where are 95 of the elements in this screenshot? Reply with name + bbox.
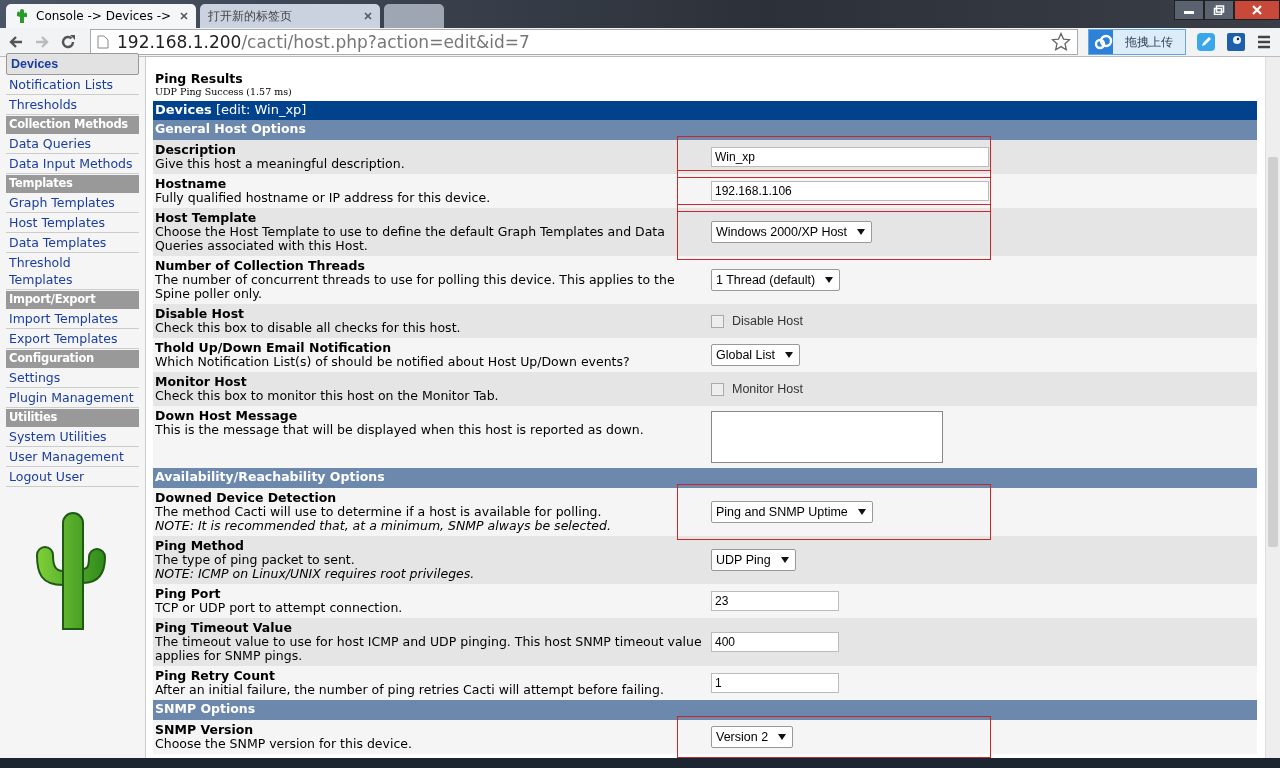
dropdown[interactable]: Windows 2000/XP Host xyxy=(711,221,873,243)
field-title: SNMP Version xyxy=(155,723,255,737)
sidebar-link[interactable]: Data Queries xyxy=(6,134,139,154)
sidebar-link[interactable]: User Management xyxy=(6,447,139,467)
caret-icon xyxy=(857,509,866,515)
sidebar-link[interactable]: Data Templates xyxy=(6,233,139,253)
field-title: Monitor Host xyxy=(155,375,248,389)
field-description: The method Cacti will use to determine if a host is available for polling. xyxy=(155,505,603,519)
minimize-icon[interactable] xyxy=(1174,0,1204,20)
sidebar-link[interactable]: System Utilities xyxy=(6,427,139,447)
section-header: General Host Options xyxy=(153,120,1257,140)
caret-icon xyxy=(778,734,787,740)
sidebar-link[interactable]: Plugin Management xyxy=(6,388,139,408)
menu-icon[interactable] xyxy=(1256,34,1272,50)
field-description: Give this host a meaningful description. xyxy=(155,157,406,171)
sidebar-heading: Collection Methods xyxy=(6,116,139,134)
close-icon[interactable] xyxy=(1234,0,1280,20)
dropdown[interactable]: UDP Ping xyxy=(711,549,796,571)
field-description: The timeout value to use for host ICMP and UDP pinging. This host SNMP timeout value applies for SNMP pings. xyxy=(155,635,703,663)
field-description: Choose the SNMP version for this device. xyxy=(155,737,413,751)
field-title: Ping Timeout Value xyxy=(155,621,293,635)
text-field[interactable]: 192.168.1.106 xyxy=(711,181,989,201)
field-description: Fully qualified hostname or IP address for this device. xyxy=(155,191,492,205)
dropdown[interactable]: Version 2 xyxy=(711,726,794,748)
sidebar-link[interactable]: Data Input Methods xyxy=(6,154,139,174)
field-description: Check this box to monitor this host on the Monitor Tab. xyxy=(155,389,500,403)
sidebar-heading: Templates xyxy=(6,175,139,193)
field-description: TCP or UDP port to attempt connection. xyxy=(155,601,404,615)
field-title: Down Host Message xyxy=(155,409,299,423)
sidebar-link[interactable]: Threshold Templates xyxy=(6,253,139,290)
pen-icon[interactable] xyxy=(1196,32,1216,52)
field-description: This is the message that will be displayed when this host is reported as down. xyxy=(155,423,645,437)
sidebar-link[interactable]: Notification Lists xyxy=(6,75,139,95)
restore-icon[interactable] xyxy=(1204,0,1234,20)
field-title: Ping Port xyxy=(155,587,222,601)
field-title: Downed Device Detection xyxy=(155,491,338,505)
field-description: The type of ping packet to sent. xyxy=(155,553,356,567)
sidebar-heading: Utilities xyxy=(6,409,139,427)
browser-tab[interactable]: 打开新的标签页 xyxy=(200,4,380,28)
upload-extension-button[interactable]: 拖拽上传 xyxy=(1088,29,1186,55)
field-description: Which Notification List(s) of should be notified about Host Up/Down events? xyxy=(155,355,631,369)
sidebar-link[interactable]: Settings xyxy=(6,368,139,388)
star-icon[interactable] xyxy=(1051,32,1071,52)
form-title: Devices [edit: Win_xp] xyxy=(153,101,1257,120)
caret-icon xyxy=(785,352,794,358)
field-title: Disable Host xyxy=(155,307,246,321)
sidebar-heading: Configuration xyxy=(6,350,139,368)
sidebar-link[interactable]: Export Templates xyxy=(6,329,139,349)
dropdown[interactable]: Ping and SNMP Uptime xyxy=(711,501,873,523)
field-note: NOTE: ICMP on Linux/UNIX requires root privileges. xyxy=(155,567,476,581)
sidebar-link[interactable]: Import Templates xyxy=(6,309,139,329)
sidebar-link[interactable]: Devices xyxy=(6,53,139,75)
dropdown[interactable]: 1 Thread (default) xyxy=(711,269,841,291)
field-description: After an initial failure, the number of ping retries Cacti will attempt before failing. xyxy=(155,683,665,697)
caret-icon xyxy=(857,229,866,235)
caret-icon xyxy=(780,557,789,563)
cloud-icon xyxy=(1093,32,1113,52)
field-title: Ping Retry Count xyxy=(155,669,276,683)
field-title: Thold Up/Down Email Notification xyxy=(155,341,393,355)
field-note: NOTE: It is recommended that, at a minimum, SNMP always be selected. xyxy=(155,519,612,533)
field-title: Host Template xyxy=(155,211,258,225)
section-header: Availability/Reachability Options xyxy=(153,468,1257,488)
ping-results-title: Ping Results xyxy=(155,71,244,86)
cactus-icon xyxy=(14,8,30,24)
checkbox[interactable]: Monitor Host xyxy=(711,382,803,396)
sidebar-link[interactable]: Thresholds xyxy=(6,95,139,115)
browser-tab[interactable]: Console -> Devices -> xyxy=(6,4,196,28)
checkbox[interactable]: Disable Host xyxy=(711,314,803,328)
ping-result-text: UDP Ping Success (1.57 ms) xyxy=(155,86,293,97)
sidebar-heading: Import/Export xyxy=(6,291,139,309)
field-title: Number of Collection Threads xyxy=(155,259,366,273)
back-icon[interactable] xyxy=(8,34,24,50)
field-description: Choose the Host Template to use to define the default Graph Templates and Data Queries associated with this Host. xyxy=(155,225,666,253)
sidebar-link[interactable]: Logout User xyxy=(6,467,139,487)
field-title: Description xyxy=(155,143,237,157)
text-field[interactable]: 23 xyxy=(711,591,839,611)
message-textarea[interactable] xyxy=(711,411,943,463)
sidebar-link[interactable]: Graph Templates xyxy=(6,193,139,213)
reload-icon[interactable] xyxy=(60,34,76,50)
text-field[interactable]: 400 xyxy=(711,632,839,652)
close-icon[interactable] xyxy=(180,12,188,20)
scrollbar[interactable] xyxy=(1265,57,1280,758)
caret-icon xyxy=(825,277,834,283)
bird-icon[interactable] xyxy=(1226,32,1246,52)
address-bar[interactable]: 192.168.1.200/cacti/host.php?action=edit&id=7 xyxy=(90,29,1078,55)
field-description: Check this box to disable all checks for this host. xyxy=(155,321,462,335)
section-header: SNMP Options xyxy=(153,700,1257,720)
dropdown[interactable]: Global List xyxy=(711,344,801,366)
field-title: Hostname xyxy=(155,177,228,191)
field-description: The number of concurrent threads to use for polling this device. This applies to the Spine poller only. xyxy=(155,273,676,301)
field-title: Ping Method xyxy=(155,539,245,553)
sidebar-link[interactable]: Host Templates xyxy=(6,213,139,233)
text-field[interactable]: 1 xyxy=(711,673,839,693)
text-field[interactable]: Win_xp xyxy=(711,147,989,167)
page-icon xyxy=(97,35,109,49)
